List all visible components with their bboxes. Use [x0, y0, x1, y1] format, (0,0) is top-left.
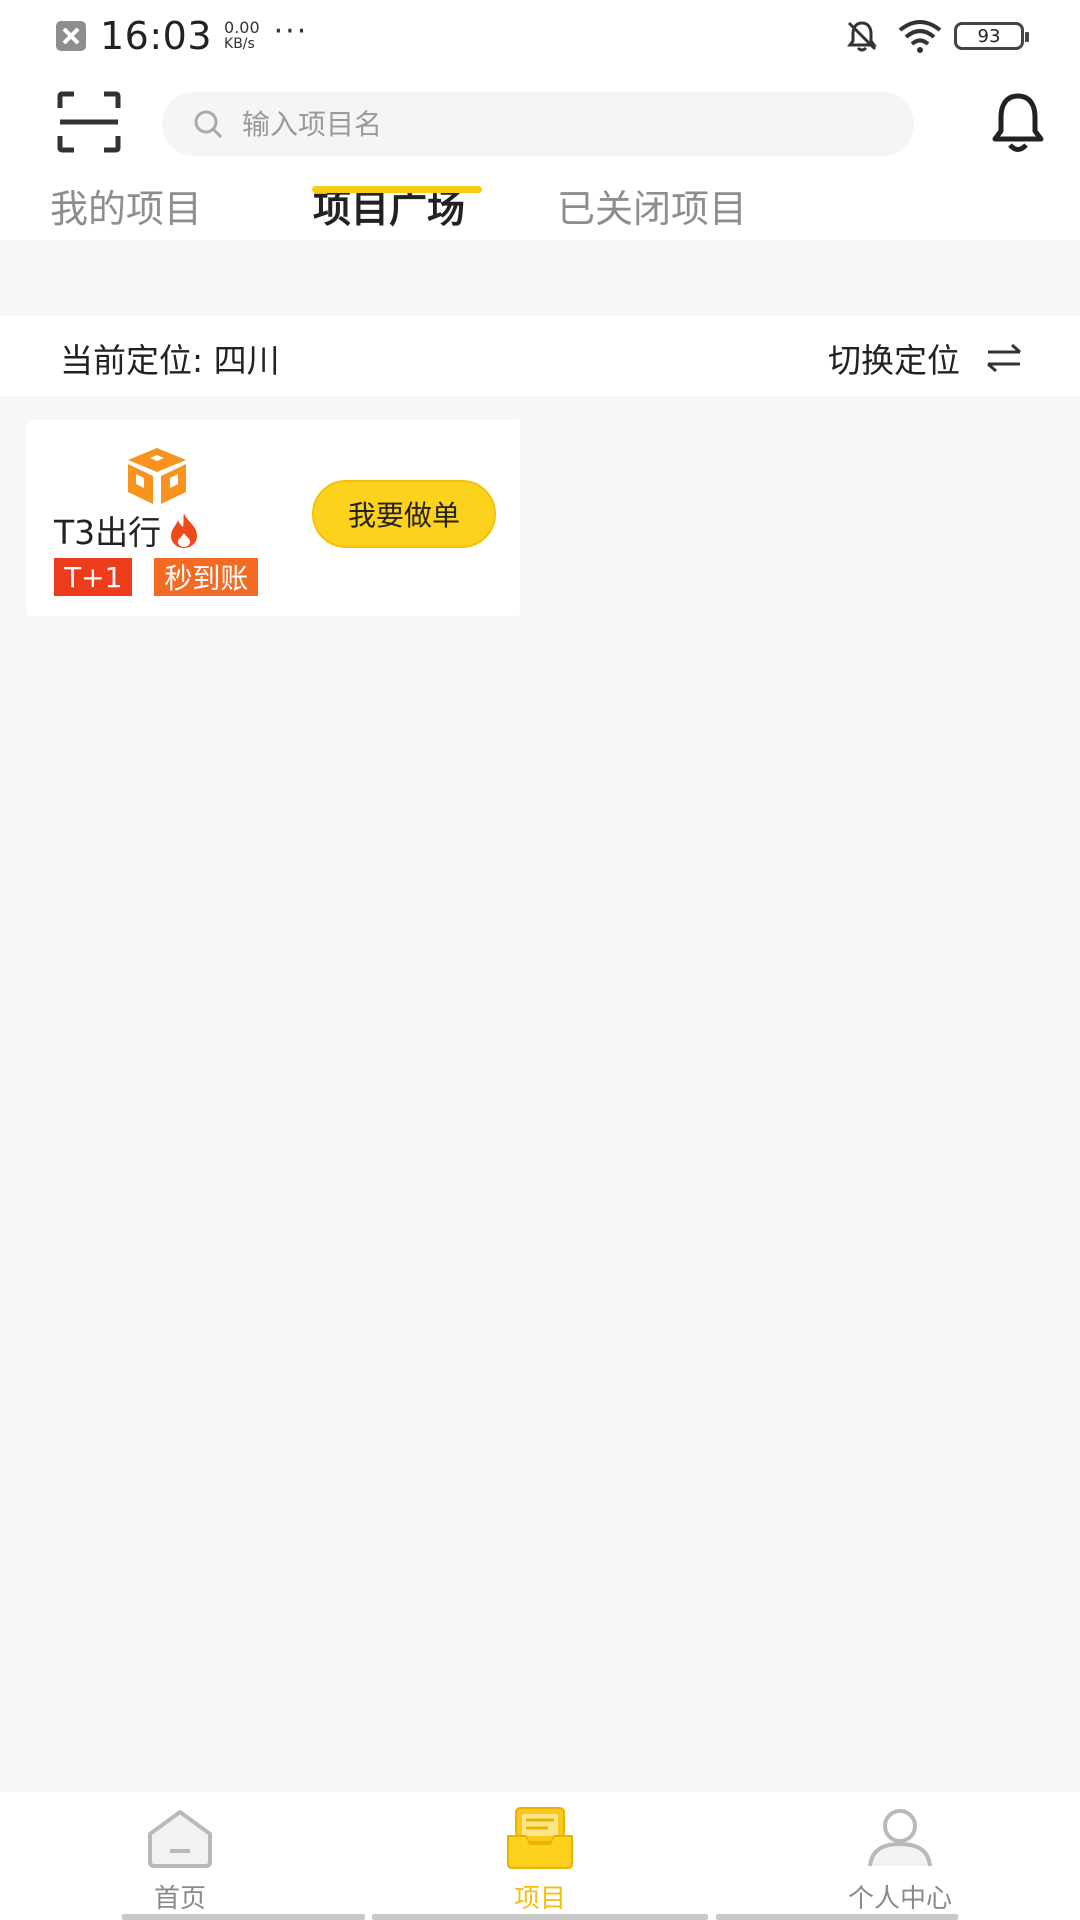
status-bar-left: 16:03 0.00 KB/s ···: [56, 14, 308, 58]
nav-projects[interactable]: 项目: [440, 1806, 640, 1918]
current-location: 当前定位: 四川: [60, 341, 280, 380]
status-bar: 16:03 0.00 KB/s ··· 93: [0, 0, 1080, 74]
project-name-row: T3出行: [54, 506, 201, 554]
nav-home[interactable]: 首页: [80, 1806, 280, 1918]
project-badges: T+1 秒到账: [54, 558, 259, 596]
switch-location-button[interactable]: 切换定位: [828, 334, 1024, 382]
project-icon: [507, 1807, 573, 1869]
fire-icon: [171, 513, 198, 548]
network-speed-value: 0.00: [224, 18, 260, 37]
project-tabs: 我的项目 项目广场 已关闭项目: [0, 178, 1080, 240]
location-bar: 当前定位: 四川 切换定位: [0, 316, 1080, 396]
battery-level: 93: [977, 25, 1001, 47]
active-tab-indicator: [312, 186, 482, 193]
gesture-bar-center: [372, 1914, 708, 1920]
profile-icon: [868, 1809, 932, 1867]
gesture-bar-right: [716, 1914, 958, 1920]
badge-settlement: T+1: [54, 558, 133, 596]
status-bar-right: 93: [844, 16, 1029, 56]
network-speed-unit: KB/s: [224, 36, 255, 52]
badge-instant-payout: 秒到账: [154, 558, 259, 596]
home-icon: [148, 1810, 212, 1868]
status-time: 16:03: [100, 14, 213, 58]
take-order-button[interactable]: 我要做单: [312, 480, 496, 548]
header: 我的项目 项目广场 已关闭项目: [0, 74, 1080, 240]
project-name: T3出行: [54, 513, 162, 552]
project-card[interactable]: T3出行 T+1 秒到账 我要做单: [26, 420, 520, 616]
nav-profile-label: 个人中心: [847, 1884, 952, 1914]
gesture-bar-left: [122, 1914, 365, 1920]
battery-indicator: 93: [954, 22, 1029, 50]
switch-location-label: 切换定位: [828, 341, 960, 380]
network-speed: 0.00 KB/s: [224, 18, 260, 53]
tab-my-projects[interactable]: 我的项目: [50, 178, 202, 233]
nav-projects-label: 项目: [513, 1884, 566, 1914]
swap-arrows-icon: [987, 343, 1021, 373]
scan-icon[interactable]: [56, 90, 122, 154]
bell-off-icon: [847, 21, 877, 52]
search-input[interactable]: [242, 107, 842, 141]
status-more-dots: ···: [273, 13, 309, 49]
search-bar[interactable]: [162, 92, 914, 156]
nav-profile[interactable]: 个人中心: [800, 1806, 1000, 1918]
wifi-icon: [898, 20, 942, 53]
search-icon: [194, 110, 223, 139]
bell-icon[interactable]: [986, 90, 1050, 156]
tab-closed-projects[interactable]: 已关闭项目: [557, 178, 747, 233]
nav-home-label: 首页: [153, 1884, 206, 1914]
t3-logo-icon: [128, 448, 186, 504]
bottom-navigation: 首页 项目 个人中心: [0, 1792, 1080, 1920]
notification-close-icon: [56, 21, 86, 51]
